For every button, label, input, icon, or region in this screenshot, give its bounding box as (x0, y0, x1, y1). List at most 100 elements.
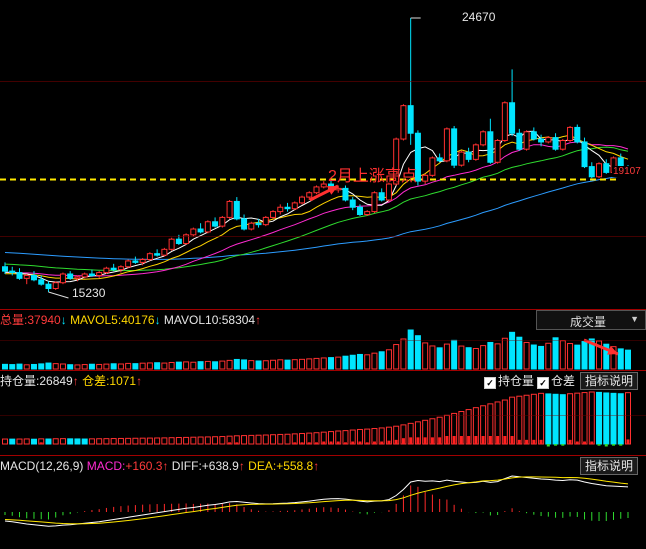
volume-bar (52, 363, 59, 370)
volume-bar (248, 360, 255, 370)
candle-body (458, 151, 465, 166)
volume-bar (422, 342, 429, 370)
open-interest-bar (161, 437, 168, 445)
oi-label: 持仓量: (0, 374, 40, 388)
oi-change-bar (597, 444, 601, 446)
volume-bar (154, 362, 161, 370)
candle-body (117, 266, 124, 271)
volume-bar (45, 362, 52, 370)
candle-body (233, 200, 240, 220)
oi-change-bar (481, 436, 485, 444)
volume-bar (67, 364, 74, 370)
volume-bar (494, 343, 501, 370)
candle-body (465, 151, 472, 160)
oi-diff-checkbox[interactable]: ✓ 仓差 (537, 374, 575, 389)
open-interest-bar (545, 393, 552, 445)
volume-bar (574, 344, 581, 370)
open-interest-bar (538, 392, 545, 445)
oi-change-bar (343, 442, 347, 444)
open-interest-bar (154, 437, 161, 445)
oi-change-bar (336, 441, 340, 444)
candle-body (59, 273, 66, 284)
volume-bar (443, 343, 450, 370)
volume-bar (436, 347, 443, 370)
open-interest-bar (59, 438, 66, 445)
candle-body (371, 192, 378, 213)
volume-bar (270, 359, 277, 370)
candle-body (509, 102, 516, 134)
volume-bar (559, 340, 566, 370)
candle-body (299, 196, 306, 204)
open-interest-bar (270, 434, 277, 445)
oi-checkbox[interactable]: ✓ 持仓量 (484, 374, 534, 389)
volume-bar (299, 358, 306, 370)
volume-bar (327, 357, 334, 370)
candle-body (146, 253, 153, 260)
volume-bar (400, 338, 407, 370)
macd-name-label: MACD(12,26,9) (0, 459, 84, 473)
volume-bar (59, 363, 66, 370)
open-interest-bar (183, 436, 190, 445)
candle-body (567, 126, 574, 141)
volume-bar (139, 362, 146, 370)
volume-bar (429, 345, 436, 370)
candle-body (552, 137, 559, 150)
checkmark-icon: ✓ (484, 377, 496, 389)
volume-bar (407, 329, 414, 370)
dea-arrow: ↑ (313, 459, 320, 473)
oi-diff-arrow: ↑ (136, 374, 143, 388)
oi-panel-border (0, 455, 646, 456)
oi-change-bar (488, 436, 492, 444)
volume-bar (458, 345, 465, 370)
candle-body (523, 131, 530, 150)
volume-bar (9, 364, 16, 370)
candle-body (110, 267, 117, 271)
candle-body (494, 139, 501, 163)
candle-body (81, 273, 88, 278)
oi-indicator-help-button[interactable]: 指标说明 (580, 372, 639, 390)
annotation-feb-high: 2月上涨高点 (328, 168, 417, 185)
indicator-dropdown-value: 成交量 (570, 315, 607, 329)
volume-bar (472, 348, 479, 370)
candle-body (23, 274, 30, 279)
volume-bar (16, 363, 23, 370)
candle-body (530, 131, 537, 140)
triangle-down-icon: ▼ (630, 314, 639, 324)
gridline (0, 415, 646, 416)
open-interest-bar (596, 391, 603, 445)
macd-arrow: ↑ (162, 459, 169, 473)
mavol5-arrow: ↓ (154, 313, 161, 327)
candle-body (596, 163, 603, 178)
volume-bar (262, 360, 269, 370)
oi-change-bar (517, 439, 521, 444)
checkmark-icon: ✓ (537, 377, 549, 389)
candle-body (67, 273, 74, 279)
gridline (0, 81, 646, 82)
candle-body (226, 200, 233, 218)
volume-bar (501, 337, 508, 370)
low-price-label: 15230 (72, 286, 106, 300)
candle-body (204, 221, 211, 233)
volume-bar (617, 348, 624, 370)
candle-body (270, 211, 277, 218)
open-interest-bar (9, 438, 16, 445)
open-interest-bar (96, 438, 103, 445)
open-interest-bar (552, 393, 559, 445)
candle-body (407, 105, 414, 134)
diff-label: DIFF: (171, 459, 202, 473)
oi-value: 26849 (39, 374, 73, 388)
open-interest-bar (567, 393, 574, 445)
candle-body (161, 248, 168, 256)
indicator-dropdown[interactable]: 成交量 ▼ (536, 310, 646, 330)
oi-change-bar (568, 439, 572, 444)
gridline (0, 340, 646, 341)
candle-body (30, 274, 37, 281)
open-interest-bar (204, 436, 211, 445)
macd-indicator-help-button[interactable]: 指标说明 (580, 457, 639, 475)
candle-body (248, 222, 255, 230)
open-interest-bar (117, 437, 124, 445)
open-interest-bar (255, 434, 262, 445)
candle-body (400, 105, 407, 140)
oi-change-bar (300, 442, 304, 444)
volume-bar (74, 364, 81, 370)
